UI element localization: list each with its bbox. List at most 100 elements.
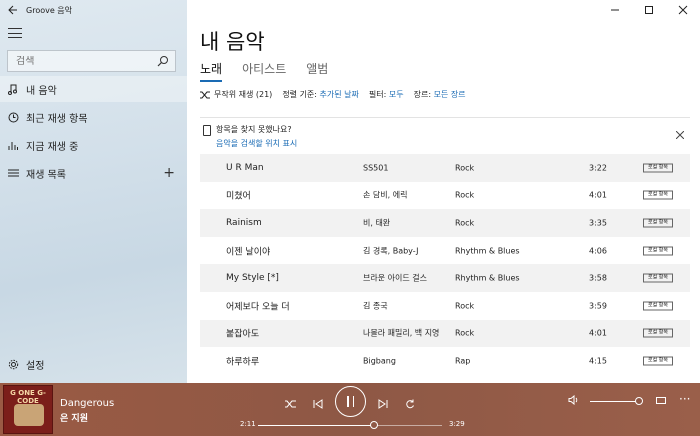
song-row[interactable]: 하루하루 Bigbang Rap 4:15 로컬 항목 <box>200 347 690 375</box>
genre-dropdown[interactable]: 장르: 모든 장르 <box>414 89 466 100</box>
list-icon <box>7 169 19 177</box>
genre-value: 모든 장르 <box>433 90 466 99</box>
song-list: U R Man SS501 Rock 3:22 로컬 항목 미쳤어 손 담비, 에릭 Rock… <box>200 154 690 383</box>
song-artist: 비, 태완 <box>363 218 391 228</box>
local-badge: 로컬 항목 <box>643 273 673 283</box>
song-artist: 손 담비, 에릭 <box>363 190 408 200</box>
song-artist: 김 경록, Baby-J <box>363 246 419 256</box>
song-title: 하루하루 <box>226 357 260 368</box>
sidebar-item-label: 지금 재생 중 <box>26 141 79 153</box>
gear-icon <box>8 359 18 369</box>
pause-button[interactable] <box>335 386 366 417</box>
close-icon <box>678 5 688 15</box>
pause-icon <box>347 396 354 407</box>
total-time: 3:29 <box>449 420 465 428</box>
song-title: 미쳤어 <box>226 191 251 202</box>
volume-thumb[interactable] <box>635 397 644 405</box>
page-title: 내 음악 <box>200 30 265 54</box>
song-row[interactable]: 어제보다 오늘 더 김 종국 Rock 3:59 로컬 항목 <box>200 292 690 320</box>
notice-link[interactable]: 음악을 검색할 위치 표시 <box>216 138 297 149</box>
genre-label: 장르: <box>413 90 432 99</box>
notice-title: 항목을 찾지 못했나요? <box>216 125 292 134</box>
missing-music-notice: 항목을 찾지 못했나요? 음악을 검색할 위치 표시 <box>200 117 690 153</box>
song-duration: 3:58 <box>589 273 607 283</box>
shuffle-icon <box>200 91 210 98</box>
previous-icon <box>313 399 323 409</box>
search-icon[interactable] <box>157 55 169 67</box>
bars-icon <box>8 141 18 150</box>
next-button[interactable] <box>374 395 392 413</box>
sidebar-item-label: 내 음악 <box>26 85 57 97</box>
shuffle-icon <box>284 400 296 408</box>
search-box[interactable] <box>7 50 176 72</box>
minimize-button[interactable] <box>598 0 632 20</box>
tab-songs[interactable]: 노래 <box>200 60 223 82</box>
sidebar-item-recent[interactable]: 최근 재생 항목 <box>0 104 187 130</box>
song-row[interactable]: U R Man SS501 Rock 3:22 로컬 항목 <box>200 154 690 182</box>
shuffle-button[interactable] <box>281 395 299 413</box>
song-duration: 3:22 <box>589 163 607 173</box>
volume-slider[interactable] <box>590 397 644 405</box>
sort-value: 추가된 날짜 <box>319 90 359 99</box>
tab-bar: 노래 아티스트 앨범 <box>200 60 328 82</box>
song-title: 어제보다 오늘 더 <box>226 302 290 313</box>
sidebar-item-now-playing[interactable]: 지금 재생 중 <box>0 132 187 158</box>
hamburger-menu-icon[interactable] <box>8 28 22 38</box>
local-badge: 로컬 항목 <box>643 246 673 256</box>
song-artist: 브라운 아이드 걸스 <box>363 273 427 283</box>
song-row[interactable]: My Style [*] 브라운 아이드 걸스 Rhythm & Blues 3:58… <box>200 264 690 292</box>
sidebar-item-label: 최근 재생 항목 <box>26 113 88 125</box>
song-duration: 4:01 <box>589 328 607 338</box>
window-controls <box>598 0 700 20</box>
next-icon <box>378 399 388 409</box>
add-playlist-button[interactable]: + <box>163 165 175 181</box>
song-title: My Style [*] <box>226 273 279 284</box>
back-button[interactable] <box>0 0 26 20</box>
sidebar-item-playlists[interactable]: 재생 목록 + <box>0 160 187 186</box>
song-title: U R Man <box>226 162 264 173</box>
song-artist: Bigbang <box>363 356 396 366</box>
miniplayer-icon[interactable] <box>656 397 666 404</box>
repeat-button[interactable] <box>401 395 419 413</box>
song-genre: Rock <box>455 218 475 228</box>
maximize-button[interactable] <box>632 0 666 20</box>
more-options-icon[interactable]: ··· <box>679 392 690 406</box>
settings-button[interactable]: 설정 <box>0 352 187 376</box>
sidebar-item-my-music[interactable]: 내 음악 <box>0 76 187 102</box>
now-playing-title[interactable]: Dangerous <box>60 398 114 409</box>
now-playing-artist[interactable]: 은 지원 <box>60 411 88 424</box>
song-genre: Rap <box>455 356 471 366</box>
seek-bar[interactable] <box>258 421 442 429</box>
song-artist: SS501 <box>363 163 389 173</box>
song-title: 붙잡아도 <box>226 329 260 340</box>
song-duration: 4:01 <box>589 190 607 200</box>
close-icon <box>675 130 685 140</box>
song-title: 이젠 날이야 <box>226 247 271 258</box>
song-row[interactable]: 붙잡아도 나몰라 패밀리, 백 지영 Rock 4:01 로컬 항목 <box>200 319 690 348</box>
minimize-icon <box>611 9 619 11</box>
seek-thumb[interactable] <box>369 421 378 429</box>
tab-artists[interactable]: 아티스트 <box>242 60 286 82</box>
album-art[interactable]: G ONE G-CODE <box>3 385 53 434</box>
song-artist: 김 종국 <box>363 301 388 311</box>
local-badge: 로컬 항목 <box>643 163 673 173</box>
repeat-icon <box>406 399 414 409</box>
song-row[interactable]: Rainism 비, 태완 Rock 3:35 로컬 항목 <box>200 209 690 237</box>
previous-button[interactable] <box>309 395 327 413</box>
main-content: 내 음악 노래 아티스트 앨범 무작위 재생 (21) 정렬 기준: 추가된 날… <box>187 0 700 383</box>
song-row[interactable]: 미쳤어 손 담비, 에릭 Rock 4:01 로컬 항목 <box>200 182 690 210</box>
filter-dropdown[interactable]: 필터: 모두 <box>369 89 404 100</box>
album-art-text: G ONE G-CODE <box>10 389 46 405</box>
sidebar: Groove 음악 내 음악 최근 재생 항목 지금 재생 중 재생 목록 + … <box>0 0 187 383</box>
song-row[interactable]: 이젠 날이야 김 경록, Baby-J Rhythm & Blues 4:06 로컬 항… <box>200 237 690 265</box>
sort-dropdown[interactable]: 정렬 기준: 추가된 날짜 <box>282 89 359 100</box>
song-artist: 나몰라 패밀리, 백 지영 <box>363 328 440 338</box>
song-duration: 4:15 <box>589 356 607 366</box>
local-badge: 로컬 항목 <box>643 356 673 366</box>
close-button[interactable] <box>666 0 700 20</box>
search-input[interactable] <box>16 55 156 67</box>
volume-button[interactable] <box>568 394 580 408</box>
notice-close-button[interactable] <box>675 129 685 142</box>
shuffle-all-button[interactable]: 무작위 재생 (21) <box>200 89 272 100</box>
tab-albums[interactable]: 앨범 <box>306 60 328 82</box>
